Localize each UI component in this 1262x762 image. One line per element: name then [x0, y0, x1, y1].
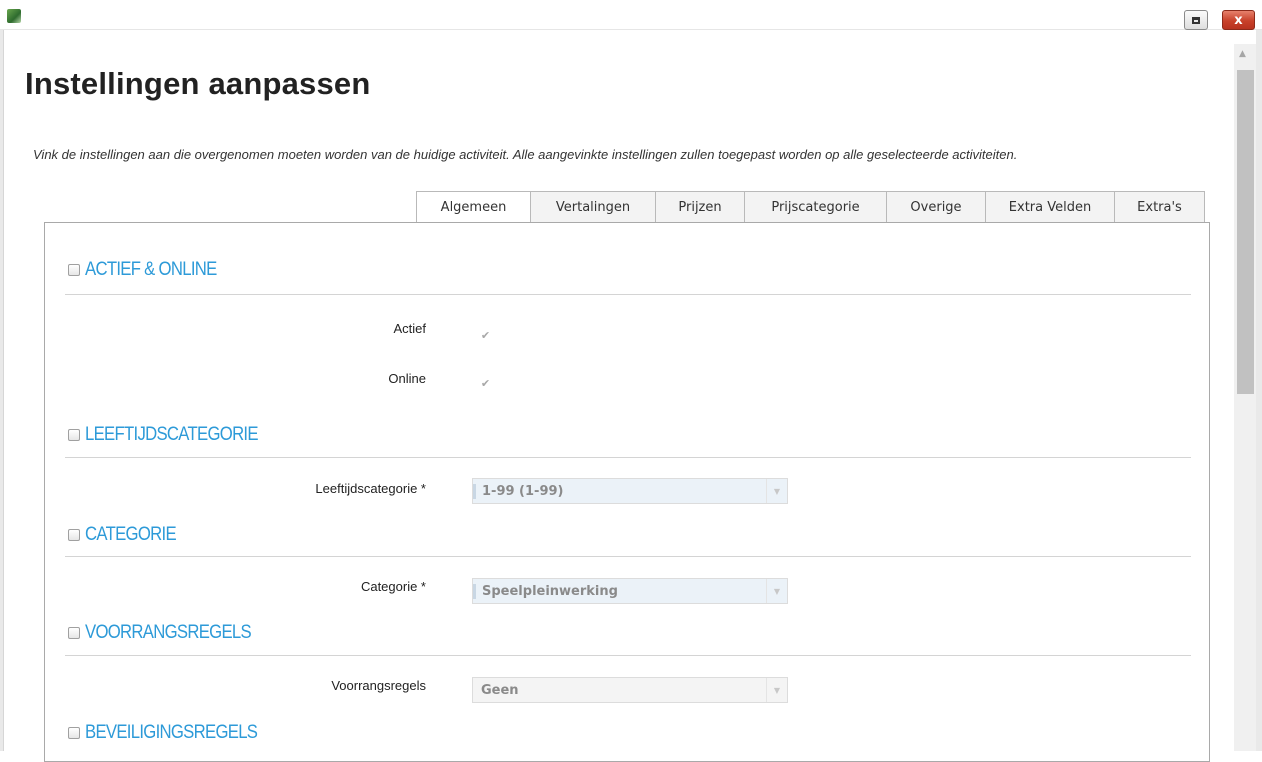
window-left-border — [0, 30, 4, 751]
section-divider — [65, 556, 1191, 557]
section-title-beveiligingsregels: BEVEILIGINGSREGELS — [85, 722, 258, 743]
tab-extras[interactable]: Extra's — [1114, 191, 1205, 223]
section-leeftijdscategorie: LEEFTIJDSCATEGORIE — [68, 424, 281, 446]
section-checkbox-leeftijdscategorie[interactable] — [68, 429, 80, 441]
section-categorie: CATEGORIE — [68, 524, 188, 546]
app-logo-icon — [7, 9, 21, 23]
tab-vertalingen[interactable]: Vertalingen — [530, 191, 655, 223]
tab-prijscategorie[interactable]: Prijscategorie — [744, 191, 886, 223]
tab-prijzen[interactable]: Prijzen — [655, 191, 744, 223]
leeftijdscategorie-label: Leeftijdscategorie * — [315, 481, 426, 496]
section-actief-online: ACTIEF & ONLINE — [68, 259, 235, 281]
categorie-select[interactable]: Speelpleinwerking ▼ — [472, 578, 788, 604]
section-checkbox-actief-online[interactable] — [68, 264, 80, 276]
leeftijdscategorie-select[interactable]: 1-99 (1-99) ▼ — [472, 478, 788, 504]
section-title-leeftijdscategorie: LEEFTIJDSCATEGORIE — [85, 424, 259, 445]
section-title-actief-online: ACTIEF & ONLINE — [85, 259, 217, 280]
section-beveiligingsregels: BEVEILIGINGSREGELS — [68, 722, 281, 744]
voorrangsregels-label: Voorrangsregels — [331, 678, 426, 693]
intro-text: Vink de instellingen aan die overgenomen… — [33, 147, 1018, 162]
scrollbar-thumb[interactable] — [1237, 70, 1254, 394]
categorie-value: Speelpleinwerking — [473, 583, 766, 599]
scroll-up-arrow-icon[interactable]: ▲ — [1239, 49, 1246, 59]
tab-bar: Algemeen Vertalingen Prijzen Prijscatego… — [416, 191, 1205, 224]
close-icon: x — [1234, 12, 1243, 28]
chevron-down-icon: ▼ — [766, 579, 787, 603]
chevron-down-icon: ▼ — [766, 678, 787, 702]
section-checkbox-voorrangsregels[interactable] — [68, 627, 80, 639]
tab-algemeen[interactable]: Algemeen — [416, 191, 530, 224]
voorrangsregels-value: Geen — [481, 682, 519, 698]
section-voorrangsregels: VOORRANGSREGELS — [68, 622, 274, 644]
online-checkbox[interactable]: ✔ — [479, 377, 492, 390]
section-title-categorie: CATEGORIE — [85, 524, 177, 545]
actief-checkbox[interactable]: ✔ — [479, 329, 492, 342]
actief-label: Actief — [393, 321, 426, 336]
page-title: Instellingen aanpassen — [25, 66, 371, 101]
leeftijdscategorie-value: 1-99 (1-99) — [473, 483, 766, 499]
window-titlebar: x — [0, 0, 1262, 30]
restore-icon — [1192, 16, 1200, 24]
section-divider — [65, 294, 1191, 295]
chevron-down-icon: ▼ — [766, 479, 787, 503]
section-title-voorrangsregels: VOORRANGSREGELS — [85, 622, 252, 643]
voorrangsregels-select[interactable]: Geen ▼ — [472, 677, 788, 703]
categorie-label: Categorie * — [360, 579, 426, 594]
close-button[interactable]: x — [1222, 10, 1255, 30]
restore-button[interactable] — [1184, 10, 1208, 30]
online-label: Online — [388, 371, 426, 386]
section-checkbox-beveiligingsregels[interactable] — [68, 727, 80, 739]
section-checkbox-categorie[interactable] — [68, 529, 80, 541]
window-right-border — [1256, 30, 1262, 751]
tab-overige[interactable]: Overige — [886, 191, 985, 223]
section-divider — [65, 457, 1191, 458]
section-divider — [65, 655, 1191, 656]
tab-extra-velden[interactable]: Extra Velden — [985, 191, 1114, 223]
